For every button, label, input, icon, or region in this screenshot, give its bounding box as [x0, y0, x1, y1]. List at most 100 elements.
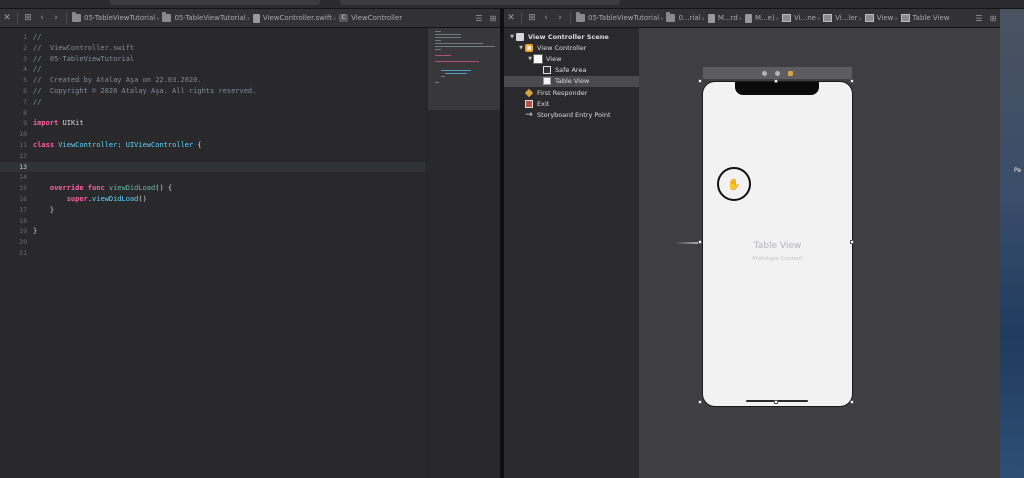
- disclosure-triangle-icon[interactable]: ▼: [526, 56, 534, 62]
- breadcrumb-label: View: [876, 14, 894, 22]
- adjust-editor-options-icon[interactable]: ☰: [472, 11, 486, 25]
- code-line[interactable]: 16 super.viewDidLoad(): [0, 194, 426, 205]
- code-line[interactable]: 20: [0, 237, 426, 248]
- line-number: 14: [19, 173, 27, 182]
- code-token: }: [33, 205, 55, 214]
- forward-chevron-icon[interactable]: ›: [553, 11, 567, 25]
- resize-handle[interactable]: [774, 79, 778, 83]
- breadcrumb-item[interactable]: 05-TableViewTutorial: [160, 12, 246, 22]
- disclosure-triangle-icon[interactable]: ▼: [517, 45, 525, 51]
- back-chevron-icon[interactable]: ‹: [539, 11, 553, 25]
- breadcrumb-label: M...e): [754, 14, 775, 22]
- outline-item[interactable]: ▼ View Controller: [504, 42, 652, 53]
- code-line[interactable]: 17 }: [0, 205, 426, 216]
- first-responder-dock-icon[interactable]: [775, 70, 780, 76]
- resize-handle[interactable]: [850, 79, 854, 83]
- line-number: 10: [19, 130, 27, 139]
- table-view-icon: [900, 14, 910, 22]
- minimap[interactable]: [426, 28, 501, 478]
- code-line[interactable]: 19}: [0, 226, 426, 237]
- code-line[interactable]: 18: [0, 216, 426, 227]
- code-line[interactable]: 10: [0, 129, 426, 140]
- adjust-editor-options-icon[interactable]: ☰: [972, 11, 986, 25]
- outline-item[interactable]: First Responder: [504, 87, 652, 98]
- view-icon: [864, 14, 874, 22]
- code-line[interactable]: 15 override func viewDidLoad() {: [0, 183, 426, 194]
- breadcrumb-item[interactable]: 05-TableViewTutorial: [70, 12, 155, 22]
- code-line[interactable]: 6 // Copyright © 2020 Atalay Aşa. All rig…: [0, 86, 426, 97]
- source-editor[interactable]: 1 // 2 // ViewController.swift 3 // 05-TableV…: [0, 28, 426, 478]
- code-line[interactable]: 11 class ViewController: UIViewController…: [0, 140, 426, 151]
- folder-icon: [72, 12, 81, 22]
- exit-dock-icon[interactable]: [788, 70, 793, 76]
- code-line[interactable]: 4 //: [0, 64, 426, 75]
- breadcrumb-item[interactable]: Vi...ler: [821, 14, 858, 22]
- safe-icon: [543, 66, 551, 75]
- code-token: () {: [155, 184, 173, 193]
- breadcrumb-item[interactable]: ViewController.swift: [251, 13, 332, 23]
- storyboard-canvas[interactable]: Table View Prototype Content ✋: [639, 28, 1000, 478]
- breadcrumb-item[interactable]: 05-TableViewTutorial: [574, 12, 660, 22]
- breadcrumb-label: 05-TableViewTutorial: [588, 14, 660, 22]
- code-line[interactable]: 7 //: [0, 97, 426, 108]
- breadcrumb-chevron-icon: ›: [858, 13, 862, 23]
- code-line[interactable]: 14: [0, 172, 426, 183]
- outline-item-label: Safe Area: [555, 66, 587, 75]
- code-token: viewDidLoad: [108, 184, 156, 193]
- breadcrumb-item[interactable]: C ViewController: [337, 14, 402, 22]
- desktop-label: Pe: [1014, 167, 1022, 174]
- outline-item[interactable]: ▼ View: [504, 53, 661, 64]
- folder-icon: [162, 12, 172, 22]
- code-line[interactable]: 21: [0, 248, 426, 259]
- code-line[interactable]: 8: [0, 108, 426, 119]
- breadcrumb-item[interactable]: View: [863, 14, 894, 22]
- code-token: override: [33, 184, 84, 193]
- resize-handle[interactable]: [698, 400, 702, 404]
- code-line[interactable]: 5 // Created by Atalay Aşa on 22.03.2020.: [0, 75, 426, 86]
- related-items-grid-icon[interactable]: ⊞: [21, 11, 35, 25]
- code-token: // Created by Atalay Aşa on 22.03.2020.: [33, 76, 202, 85]
- code-line[interactable]: 3 // 05-TableViewTutorial: [0, 54, 426, 65]
- code-token: UIViewController: [125, 141, 194, 149]
- line-number: 5: [23, 76, 27, 85]
- code-line[interactable]: 9 import UIKit: [0, 118, 426, 129]
- outline-item[interactable]: Exit: [504, 98, 652, 109]
- close-editor-icon[interactable]: ✕: [0, 11, 14, 25]
- resize-handle[interactable]: [698, 240, 702, 244]
- code-token: super: [33, 195, 88, 203]
- resize-handle[interactable]: [850, 240, 854, 244]
- editor-jump-bar: ✕ ⊞ ‹ › 05-TableViewTutorial › 05-TableVie…: [0, 9, 500, 28]
- breadcrumb-item[interactable]: 0...rial: [664, 12, 701, 22]
- add-editor-icon[interactable]: ⊞: [986, 11, 1000, 25]
- related-items-grid-icon[interactable]: ⊞: [525, 11, 539, 25]
- breadcrumb-item[interactable]: Vi...ne: [780, 14, 816, 22]
- close-editor-icon[interactable]: ✕: [504, 11, 518, 25]
- code-line[interactable]: 1 //: [0, 32, 426, 43]
- table-view-title: Table View: [753, 241, 802, 251]
- resize-handle[interactable]: [850, 400, 854, 404]
- scene-dock[interactable]: [703, 67, 852, 79]
- add-editor-icon[interactable]: ⊞: [486, 11, 500, 25]
- resize-handle[interactable]: [774, 400, 778, 404]
- code-line[interactable]: 2 // ViewController.swift: [0, 43, 426, 54]
- code-text: // ViewController.swift: [33, 43, 134, 54]
- line-number: 2: [23, 43, 27, 52]
- breadcrumb-item[interactable]: M...e): [743, 13, 775, 23]
- code-line[interactable]: 13: [0, 161, 426, 173]
- storyboard-breadcrumb: 05-TableViewTutorial › 0...rial › M...rd › M..…: [574, 12, 950, 23]
- resize-handle[interactable]: [698, 79, 702, 83]
- breadcrumb-item[interactable]: M...rd: [706, 13, 738, 23]
- device-notch: [735, 82, 819, 95]
- code-line[interactable]: 12: [0, 151, 426, 162]
- view-controller-frame[interactable]: Table View Prototype Content: [703, 82, 852, 406]
- forward-chevron-icon[interactable]: ›: [49, 11, 63, 25]
- breadcrumb-item[interactable]: Table View: [899, 14, 950, 22]
- back-chevron-icon[interactable]: ‹: [35, 11, 49, 25]
- code-token: // Copyright © 2020 Atalay Aşa. All righ…: [33, 87, 257, 95]
- disclosure-triangle-icon[interactable]: ▼: [508, 34, 516, 40]
- breadcrumb-label: Vi...ne: [793, 14, 816, 22]
- outline-item[interactable]: ▼ View Controller Scene: [504, 31, 643, 42]
- outline-item[interactable]: → Storyboard Entry Point: [504, 109, 652, 120]
- code-text: import UIKit: [33, 118, 84, 129]
- view-controller-dock-icon[interactable]: [762, 70, 767, 76]
